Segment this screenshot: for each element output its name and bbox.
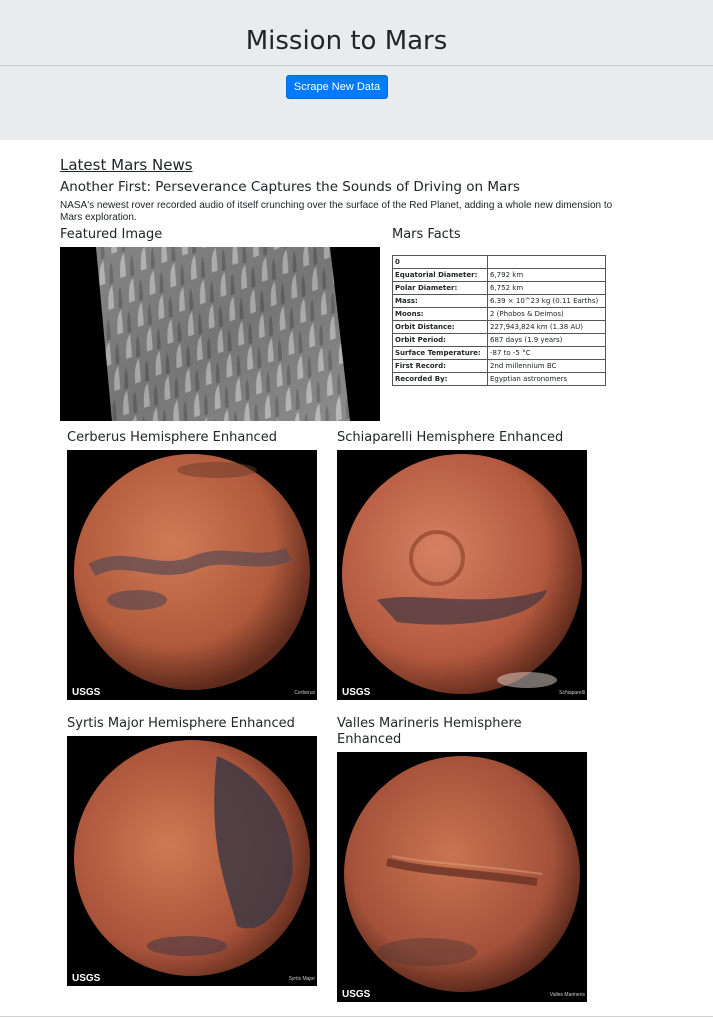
table-row: Recorded By: Egyptian astronomers	[392, 372, 606, 386]
hemisphere-title-schiaparelli: Schiaparelli Hemisphere Enhanced	[337, 430, 564, 445]
mars-facts-heading: Mars Facts	[392, 227, 461, 242]
fact-value: -87 to -5 °C	[487, 346, 606, 360]
fact-value: 687 days (1.9 years)	[487, 333, 606, 347]
fact-label: Orbit Distance:	[392, 320, 488, 334]
fact-value: 227,943,824 km (1.38 AU)	[487, 320, 606, 334]
scrape-new-data-button[interactable]: Scrape New Data	[286, 75, 388, 99]
usgs-logo: USGS	[342, 989, 371, 1000]
usgs-logo: USGS	[72, 687, 101, 698]
page-title: Mission to Mars	[245, 26, 448, 56]
facts-header-empty	[487, 255, 606, 269]
fact-label: First Record:	[392, 359, 488, 373]
table-row: Surface Temperature: -87 to -5 °C	[392, 346, 606, 360]
news-headline: Another First: Perseverance Captures the…	[60, 179, 520, 195]
fact-label: Mass:	[392, 294, 488, 308]
fact-label: Recorded By:	[392, 372, 488, 386]
mars-facts-table: 0 Equatorial Diameter: 6,792 km Polar Dia…	[392, 255, 606, 386]
fact-value: 2 (Phobos & Deimos)	[487, 307, 606, 321]
header-divider	[0, 65, 713, 66]
fact-label: Orbit Period:	[392, 333, 488, 347]
fact-label: Surface Temperature:	[392, 346, 488, 360]
news-teaser: NASA's newest rover recorded audio of it…	[60, 200, 613, 223]
usgs-logo: USGS	[72, 973, 101, 984]
table-row: Moons: 2 (Phobos & Deimos)	[392, 307, 606, 321]
fact-value: 6,752 km	[487, 281, 606, 295]
fact-value: 2nd millennium BC	[487, 359, 606, 373]
jumbotron: Mission to Mars Scrape New Data	[0, 0, 713, 140]
table-row: Equatorial Diameter: 6,792 km	[392, 268, 606, 282]
table-row: Mass: 6.39 × 10^23 kg (0.11 Earths)	[392, 294, 606, 308]
hemisphere-image-valles-marineris[interactable]: USGS Valles Marineris	[337, 752, 587, 1002]
hemisphere-title-cerberus: Cerberus Hemisphere Enhanced	[67, 430, 277, 445]
facts-header-row: 0	[392, 255, 606, 269]
hemisphere-image-syrtis-major[interactable]: USGS Syrtis Major	[67, 736, 317, 986]
facts-header-cell: 0	[392, 255, 488, 269]
image-caption: Valles Marineris	[550, 992, 586, 998]
featured-image[interactable]	[60, 247, 380, 421]
page-bottom-divider	[0, 1016, 713, 1017]
usgs-logo: USGS	[342, 687, 371, 698]
image-caption: Syrtis Major	[289, 976, 316, 982]
fact-label: Polar Diameter:	[392, 281, 488, 295]
image-caption: Schiaparelli	[559, 690, 585, 696]
table-row: Orbit Distance: 227,943,824 km (1.38 AU)	[392, 320, 606, 334]
fact-label: Moons:	[392, 307, 488, 321]
fact-value: 6.39 × 10^23 kg (0.11 Earths)	[487, 294, 606, 308]
table-row: Polar Diameter: 6,752 km	[392, 281, 606, 295]
table-row: First Record: 2nd millennium BC	[392, 359, 606, 373]
hemisphere-image-schiaparelli[interactable]: USGS Schiaparelli	[337, 450, 587, 700]
fact-value: Egyptian astronomers	[487, 372, 606, 386]
featured-image-heading: Featured Image	[60, 227, 163, 242]
fact-value: 6,792 km	[487, 268, 606, 282]
image-caption: Cerberus	[294, 690, 315, 696]
fact-label: Equatorial Diameter:	[392, 268, 488, 282]
hemisphere-title-syrtis-major: Syrtis Major Hemisphere Enhanced	[67, 716, 295, 731]
hemisphere-title-valles-marineris: Valles Marineris Hemisphere Enhanced	[337, 716, 522, 747]
hemisphere-image-cerberus[interactable]: USGS Cerberus	[67, 450, 317, 700]
table-row: Orbit Period: 687 days (1.9 years)	[392, 333, 606, 347]
latest-news-heading[interactable]: Latest Mars News	[60, 156, 193, 174]
